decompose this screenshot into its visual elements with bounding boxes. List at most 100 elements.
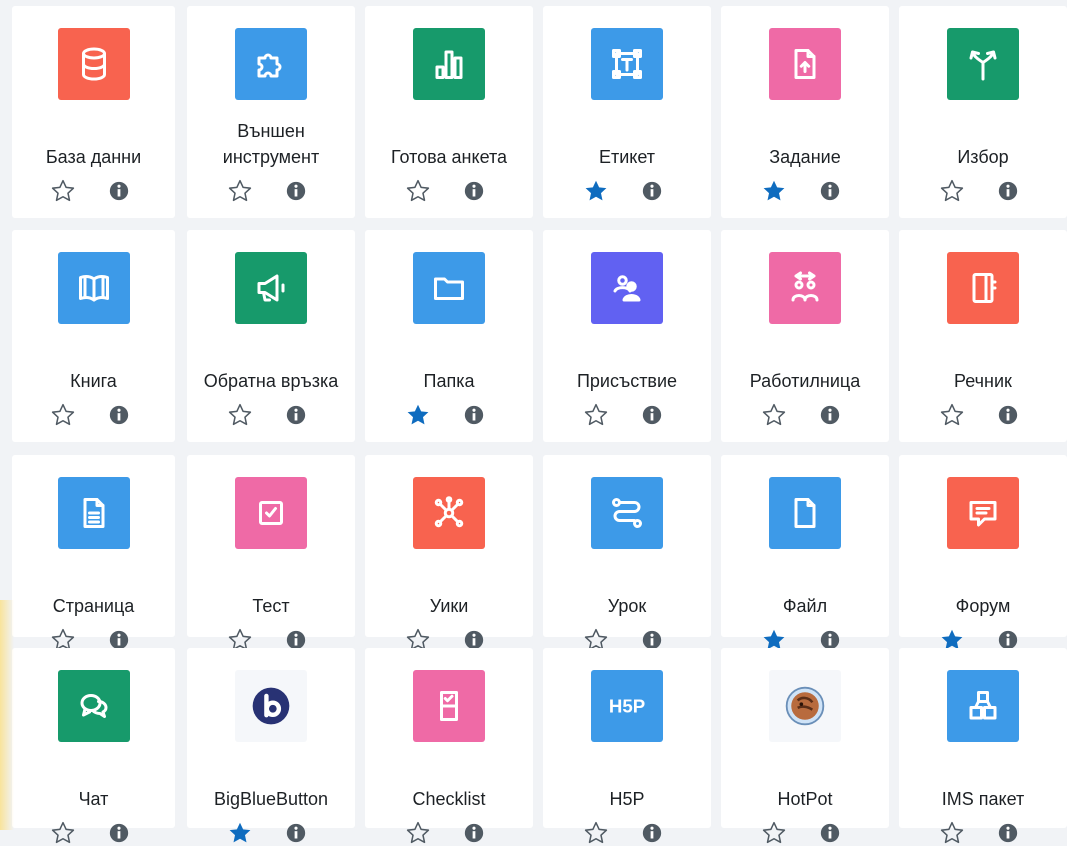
bigbluebutton-logo-icon bbox=[235, 670, 307, 742]
activity-label-text: Външен инструмент bbox=[222, 121, 320, 167]
starred-icon[interactable] bbox=[227, 820, 253, 846]
book-icon bbox=[57, 252, 130, 324]
checklist-icon bbox=[413, 670, 485, 742]
activity-label: Checklist bbox=[365, 748, 533, 812]
activity-label: Избор bbox=[899, 106, 1067, 170]
star-outline-icon[interactable] bbox=[50, 178, 76, 204]
activity-label-text: Форум bbox=[955, 596, 1011, 616]
info-icon[interactable] bbox=[108, 180, 130, 202]
activity-label: Форум bbox=[899, 555, 1067, 619]
activity-tile[interactable]: Урок bbox=[543, 455, 711, 651]
star-outline-icon[interactable] bbox=[227, 178, 253, 204]
activity-chooser-grid: База данни Външен инструмент Готова анкета… bbox=[0, 0, 1067, 844]
activity-label: Външен инструмент bbox=[187, 106, 355, 170]
activity-tile[interactable]: HotPot bbox=[721, 648, 889, 844]
activity-label: HotPot bbox=[721, 748, 889, 812]
activity-label-text: H5P bbox=[609, 789, 645, 809]
activity-label-text: Готова анкета bbox=[390, 147, 508, 167]
info-icon[interactable] bbox=[641, 180, 663, 202]
activity-label-text: Обратна връзка bbox=[203, 371, 339, 391]
activity-tile[interactable]: Работилница bbox=[721, 230, 889, 442]
activity-tile[interactable]: Уики bbox=[365, 455, 533, 651]
activity-tile[interactable]: Избор bbox=[899, 6, 1067, 218]
activity-label-text: Речник bbox=[954, 371, 1012, 391]
activity-tile[interactable]: Присъствие bbox=[543, 230, 711, 442]
info-icon[interactable] bbox=[463, 404, 485, 426]
activity-tile[interactable]: H5P H5P bbox=[543, 648, 711, 844]
info-icon[interactable] bbox=[463, 822, 485, 844]
activity-tile[interactable]: IMS пакет bbox=[899, 648, 1067, 844]
activity-tile[interactable]: Тест bbox=[187, 455, 355, 651]
info-icon[interactable] bbox=[997, 822, 1019, 844]
activity-label: Страница bbox=[12, 555, 175, 619]
star-outline-icon[interactable] bbox=[50, 402, 76, 428]
activity-tile[interactable]: Папка bbox=[365, 230, 533, 442]
activity-tile[interactable]: База данни bbox=[12, 6, 175, 218]
activity-label: Етикет bbox=[543, 106, 711, 170]
activity-label: Работилница bbox=[721, 330, 889, 394]
activity-tile[interactable]: Обратна връзка bbox=[187, 230, 355, 442]
activity-label: Тест bbox=[187, 555, 355, 619]
activity-label: Готова анкета bbox=[365, 106, 533, 170]
star-outline-icon[interactable] bbox=[405, 820, 431, 846]
activity-label-text: IMS пакет bbox=[941, 789, 1025, 809]
bar-chart-icon bbox=[413, 28, 485, 100]
activity-tile[interactable]: Чат bbox=[12, 648, 175, 844]
text-label-icon bbox=[591, 28, 663, 100]
info-icon[interactable] bbox=[285, 822, 307, 844]
info-icon[interactable] bbox=[641, 404, 663, 426]
activity-tile[interactable]: Готова анкета bbox=[365, 6, 533, 218]
info-icon[interactable] bbox=[819, 404, 841, 426]
activity-tile[interactable]: Задание bbox=[721, 6, 889, 218]
activity-tile[interactable]: Страница bbox=[12, 455, 175, 651]
activity-tile[interactable]: Файл bbox=[721, 455, 889, 650]
activity-tile[interactable]: BigBlueButton bbox=[187, 648, 355, 843]
info-icon[interactable] bbox=[641, 822, 663, 844]
signpost-icon bbox=[947, 28, 1019, 100]
activity-tile[interactable]: Външен инструмент bbox=[187, 6, 355, 218]
star-outline-icon[interactable] bbox=[50, 820, 76, 846]
activity-tile[interactable]: Checklist bbox=[365, 648, 533, 844]
star-outline-icon[interactable] bbox=[939, 402, 965, 428]
star-outline-icon[interactable] bbox=[227, 402, 253, 428]
svg-text:H5P: H5P bbox=[609, 696, 645, 717]
info-icon[interactable] bbox=[819, 822, 841, 844]
folder-icon bbox=[413, 252, 485, 324]
activity-tile[interactable]: Книга bbox=[12, 230, 175, 442]
star-outline-icon[interactable] bbox=[939, 178, 965, 204]
activity-label: Присъствие bbox=[543, 330, 711, 394]
star-outline-icon[interactable] bbox=[405, 178, 431, 204]
activity-label-text: Задание bbox=[769, 147, 841, 167]
info-icon[interactable] bbox=[108, 404, 130, 426]
star-outline-icon[interactable] bbox=[761, 820, 787, 846]
info-icon[interactable] bbox=[108, 822, 130, 844]
activity-label-text: Присъствие bbox=[576, 371, 678, 391]
info-icon[interactable] bbox=[997, 180, 1019, 202]
activity-label-text: Файл bbox=[782, 596, 828, 616]
star-outline-icon[interactable] bbox=[761, 402, 787, 428]
info-icon[interactable] bbox=[285, 404, 307, 426]
star-outline-icon[interactable] bbox=[939, 820, 965, 846]
info-icon[interactable] bbox=[819, 180, 841, 202]
page-icon bbox=[57, 477, 130, 549]
activity-tile[interactable]: Етикет bbox=[543, 6, 711, 218]
starred-icon[interactable] bbox=[761, 178, 787, 204]
file-icon bbox=[769, 477, 841, 549]
starred-icon[interactable] bbox=[405, 402, 431, 428]
database-icon bbox=[57, 28, 130, 100]
activity-label: IMS пакет bbox=[899, 748, 1067, 812]
star-outline-icon[interactable] bbox=[583, 402, 609, 428]
activity-label-text: Папка bbox=[423, 371, 475, 391]
activity-tile[interactable]: Речник bbox=[899, 230, 1067, 442]
info-icon[interactable] bbox=[463, 180, 485, 202]
activity-tile[interactable]: Форум bbox=[899, 455, 1067, 650]
info-icon[interactable] bbox=[285, 180, 307, 202]
activity-label-text: Страница bbox=[52, 596, 135, 616]
info-icon[interactable] bbox=[997, 404, 1019, 426]
activity-label-text: Работилница bbox=[749, 371, 861, 391]
starred-icon[interactable] bbox=[583, 178, 609, 204]
activity-label: База данни bbox=[12, 106, 175, 170]
star-outline-icon[interactable] bbox=[583, 820, 609, 846]
activity-label-text: Чат bbox=[78, 789, 109, 809]
edge-highlight bbox=[0, 600, 14, 830]
